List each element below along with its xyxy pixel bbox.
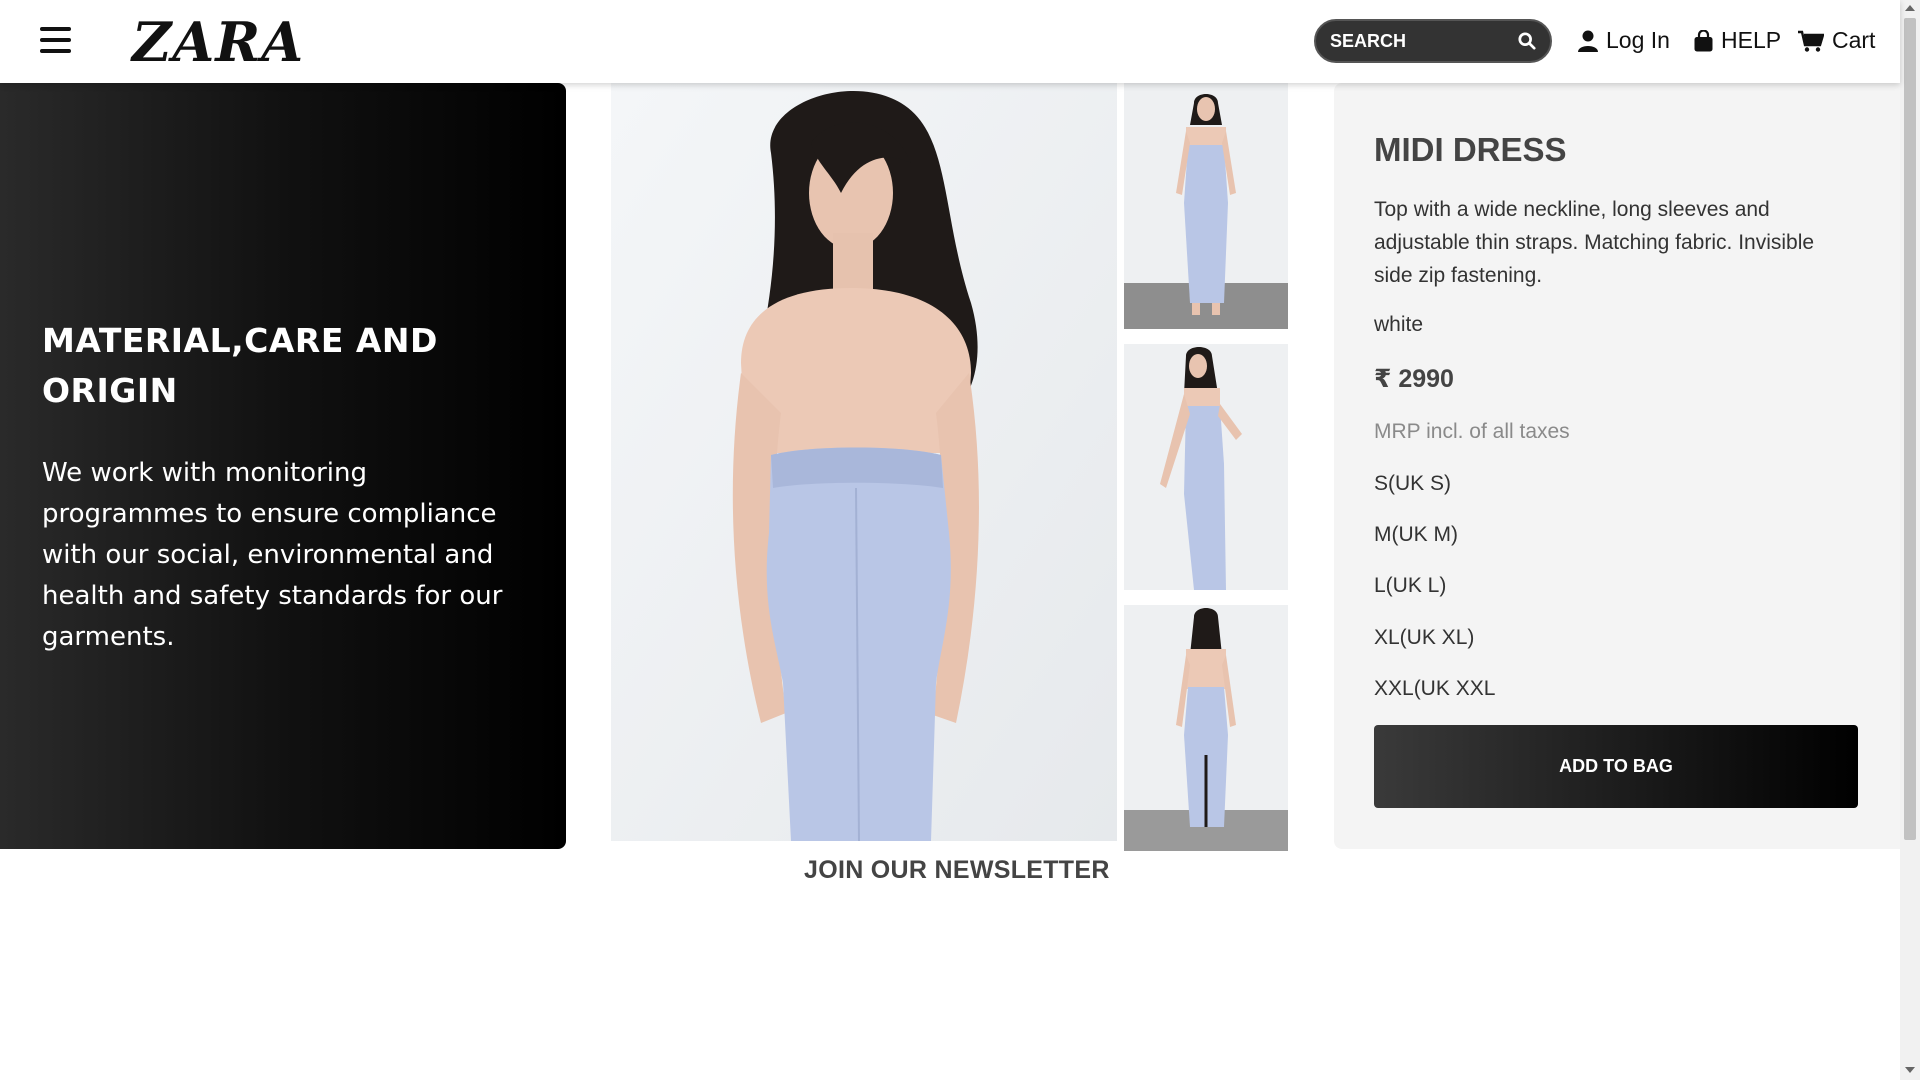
main-product-image[interactable]	[611, 83, 1117, 841]
product-description: Top with a wide neckline, long sleeves a…	[1374, 198, 1815, 287]
cart-label: Cart	[1832, 27, 1876, 53]
product-price: ₹ 2990	[1374, 365, 1454, 393]
search-input[interactable]	[1330, 30, 1510, 52]
product-title: MIDI DRESS	[1374, 131, 1567, 168]
model-photo-thumb-1	[1124, 83, 1288, 329]
scroll-up-arrow-icon[interactable]	[1905, 5, 1915, 11]
size-option-l[interactable]: L(UK L)	[1374, 574, 1446, 598]
thumbnail-2[interactable]	[1124, 344, 1288, 590]
cart-link[interactable]: Cart	[1798, 27, 1875, 54]
size-option-s[interactable]: S(UK S)	[1374, 472, 1451, 496]
search-box[interactable]	[1314, 19, 1552, 63]
help-link[interactable]: HELP	[1694, 27, 1781, 54]
cart-icon	[1798, 30, 1824, 52]
model-photo-thumb-3	[1124, 605, 1288, 851]
page-scrollbar[interactable]	[1900, 0, 1920, 1080]
login-link[interactable]: Log In	[1578, 27, 1670, 54]
top-header: ZARA Log In HELP Cart	[0, 0, 1900, 83]
thumbnail-3[interactable]	[1124, 605, 1288, 851]
zara-logo[interactable]: ZARA	[132, 10, 304, 74]
size-option-xxl[interactable]: XXL(UK XXL	[1374, 677, 1495, 701]
material-care-title: MATERIAL,CARE AND ORIGIN	[42, 321, 438, 410]
search-icon[interactable]	[1518, 32, 1536, 50]
login-label: Log In	[1606, 27, 1670, 53]
product-color: white	[1374, 313, 1424, 336]
user-icon	[1578, 30, 1598, 52]
product-details-panel: MIDI DRESS Top with a wide neckline, lon…	[1334, 83, 1900, 849]
thumbnail-1[interactable]	[1124, 83, 1288, 329]
size-option-m[interactable]: M(UK M)	[1374, 523, 1458, 547]
scroll-thumb[interactable]	[1904, 18, 1916, 840]
help-label: HELP	[1721, 27, 1782, 53]
material-care-text: We work with monitoring programmes to en…	[42, 458, 503, 652]
material-care-panel: MATERIAL,CARE AND ORIGIN We work with mo…	[0, 83, 566, 849]
newsletter-heading[interactable]: JOIN OUR NEWSLETTER	[804, 856, 1110, 885]
add-to-bag-button[interactable]: ADD TO BAG	[1374, 725, 1858, 808]
size-option-xl[interactable]: XL(UK XL)	[1374, 626, 1474, 650]
model-photo-main	[611, 83, 1117, 841]
model-photo-thumb-2	[1124, 344, 1288, 590]
shopping-bag-icon	[1694, 29, 1713, 51]
menu-icon[interactable]	[40, 27, 71, 55]
scroll-down-arrow-icon[interactable]	[1905, 1067, 1915, 1073]
mrp-note: MRP incl. of all taxes	[1374, 420, 1570, 443]
